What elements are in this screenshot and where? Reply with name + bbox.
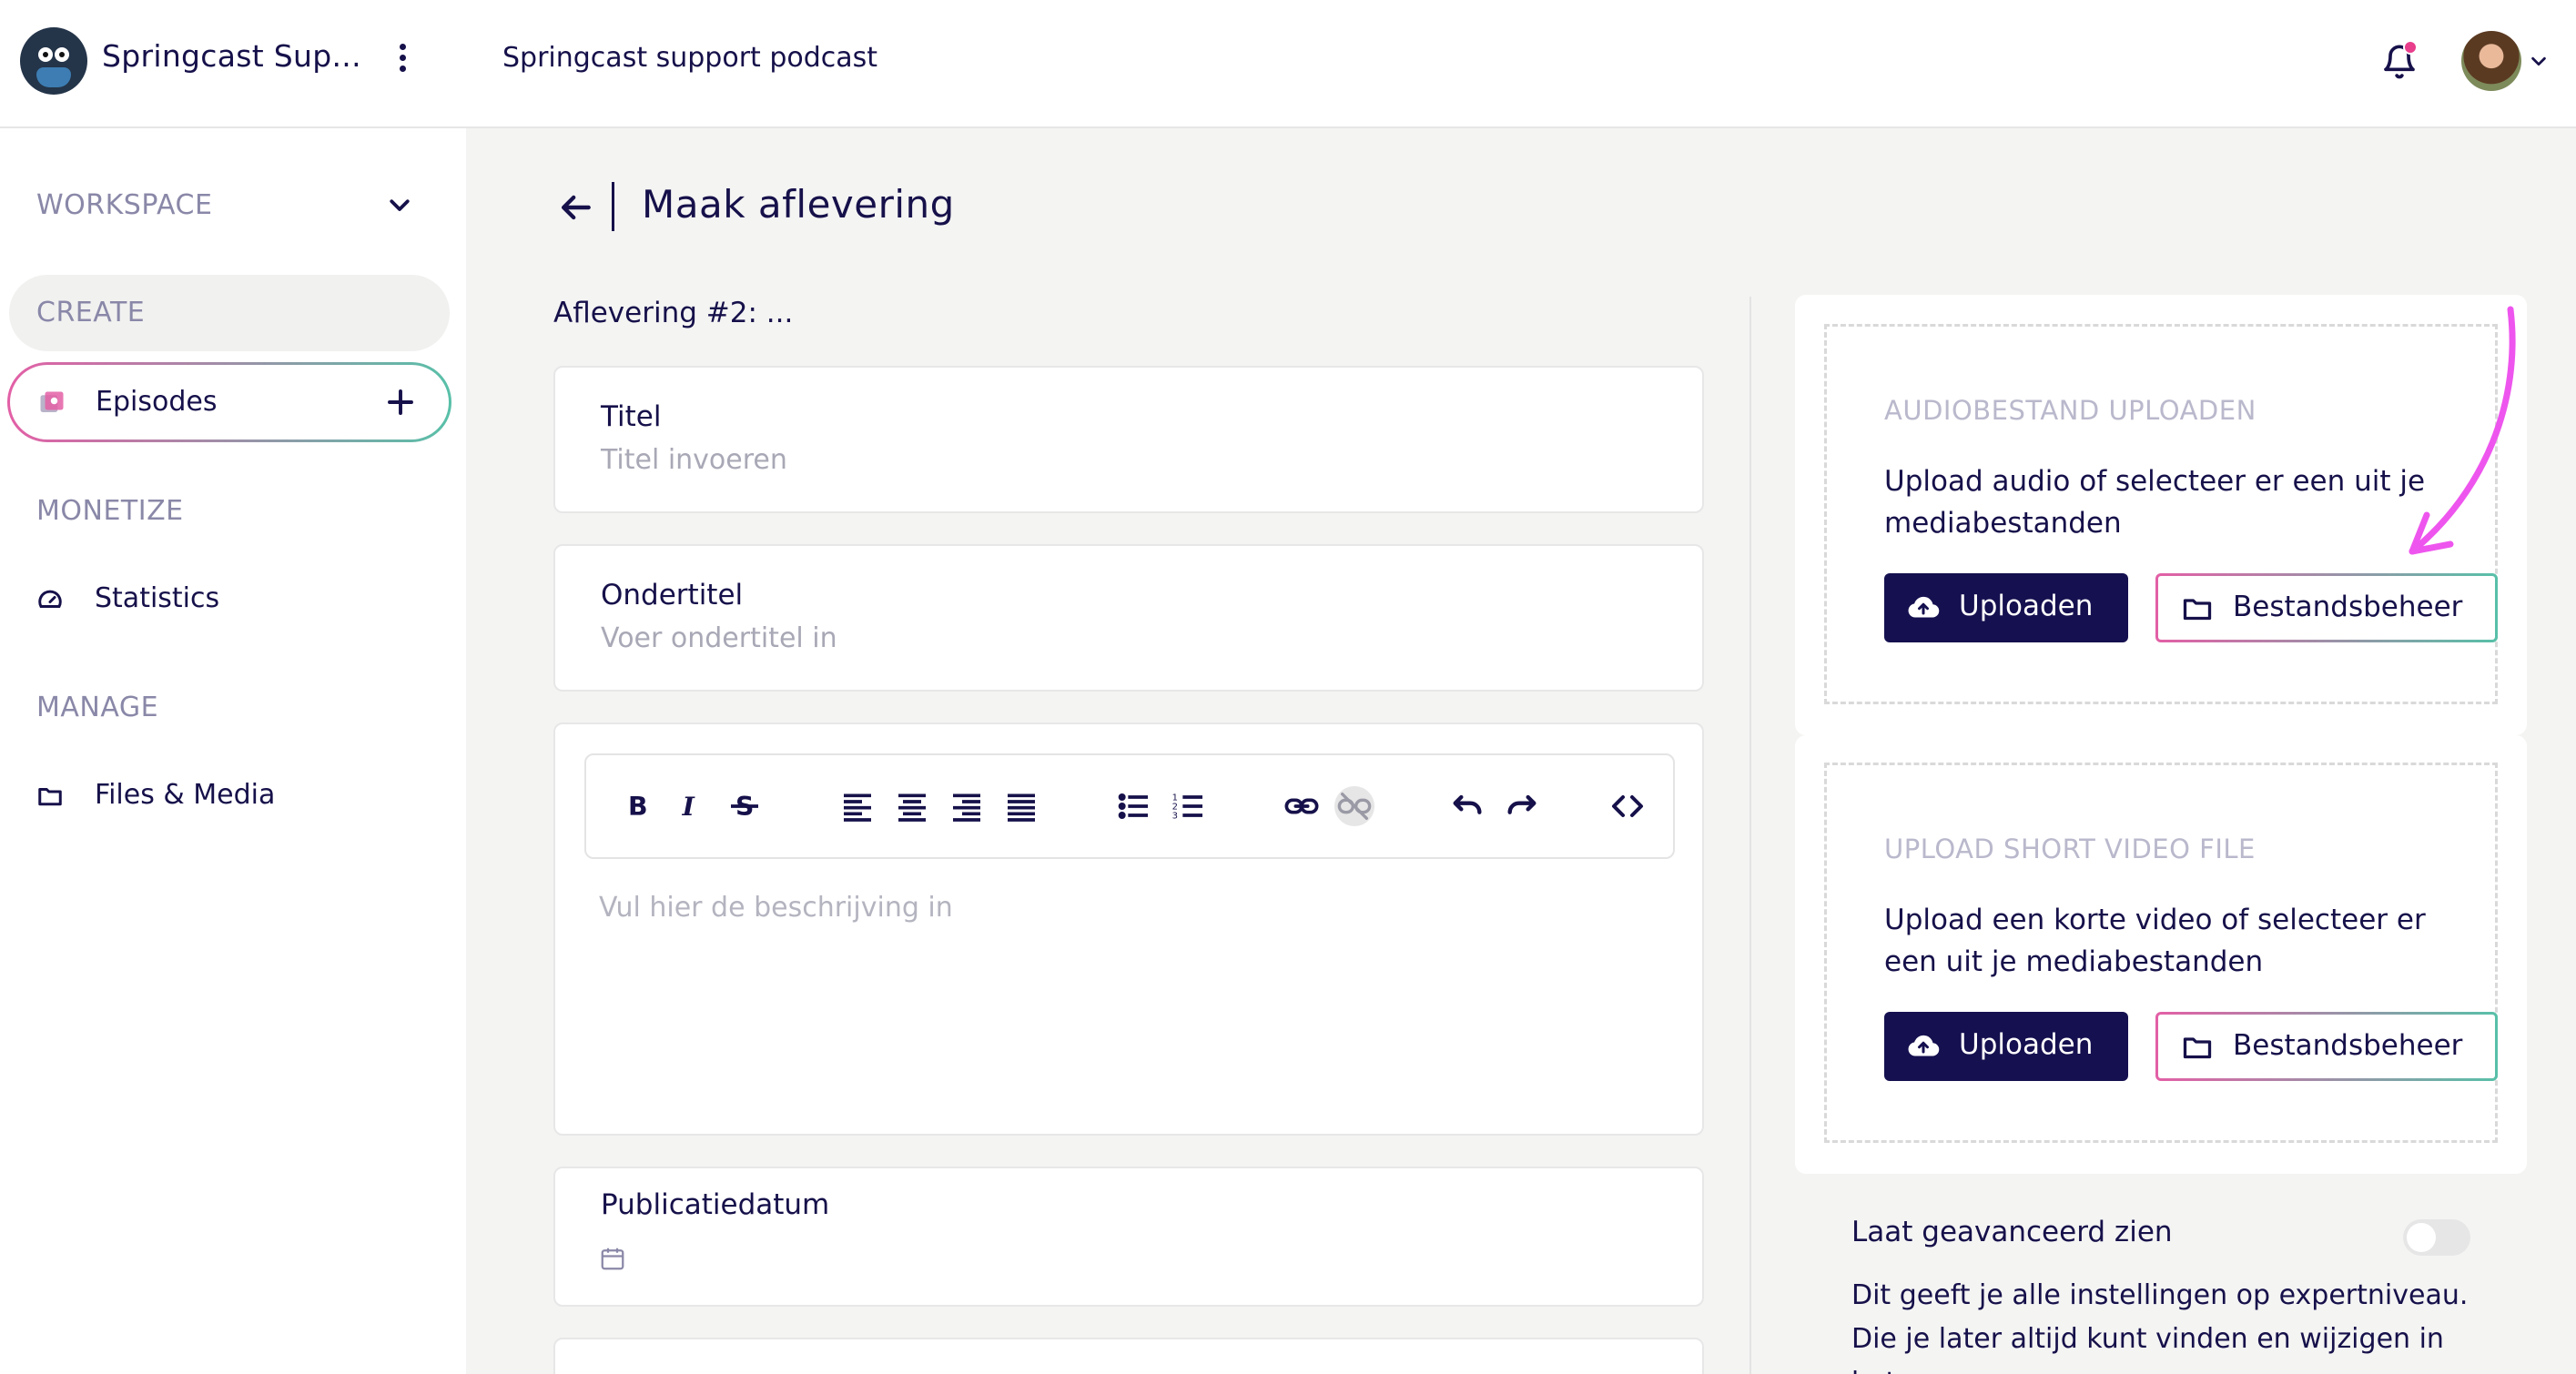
top-bar: Springcast Sup... Springcast support pod… [0, 0, 2576, 128]
undo-icon[interactable] [1447, 786, 1487, 826]
bullet-list-icon[interactable] [1114, 786, 1154, 826]
strikethrough-icon[interactable]: S [725, 786, 765, 826]
video-upload-title: UPLOAD SHORT VIDEO FILE [1884, 833, 2256, 864]
chevron-down-icon[interactable] [386, 191, 413, 218]
align-right-icon[interactable] [947, 786, 987, 826]
sidebar-item-files-media[interactable]: Files & Media [95, 779, 275, 811]
video-browse-button[interactable]: Bestandsbeheer [2155, 1012, 2498, 1081]
svg-text:3: 3 [1172, 811, 1178, 821]
video-upload-description: Upload een korte video of selecteer er e… [1884, 904, 2426, 978]
svg-text:I: I [682, 791, 695, 822]
audio-upload-title: AUDIOBESTAND UPLOADEN [1884, 395, 2257, 426]
back-arrow-icon[interactable] [555, 187, 595, 227]
folder-icon [38, 788, 62, 806]
title-field-label: Titel [601, 400, 662, 433]
align-center-icon[interactable] [892, 786, 932, 826]
audio-upload-description: Upload audio of selecteer er een uit je … [1884, 465, 2426, 540]
audio-browse-label: Bestandsbeheer [2233, 591, 2463, 623]
svg-text:B: B [628, 792, 648, 822]
numbered-list-icon[interactable]: 123 [1169, 786, 1209, 826]
link-icon[interactable] [1282, 786, 1322, 826]
video-browse-label: Bestandsbeheer [2233, 1029, 2463, 1062]
page-title: Maak aflevering [642, 182, 955, 227]
cloud-upload-icon [1908, 596, 1940, 618]
create-label: CREATE [36, 297, 146, 328]
title-separator [612, 182, 614, 231]
audio-upload-label: Uploaden [1959, 590, 2094, 622]
subtitle-field-label: Ondertitel [601, 579, 744, 611]
description-input[interactable]: Vul hier de beschrijving in [599, 892, 953, 924]
create-section: CREATE [9, 275, 450, 351]
sidebar-item-statistics[interactable]: Statistics [95, 582, 219, 614]
audio-browse-button[interactable]: Bestandsbeheer [2155, 573, 2498, 642]
column-divider [1749, 297, 1751, 1374]
folder-icon [2183, 599, 2212, 621]
podcast-title: Springcast support podcast [502, 42, 878, 74]
gauge-icon [38, 590, 62, 608]
calendar-icon[interactable] [599, 1245, 626, 1272]
chevron-down-icon[interactable] [2529, 51, 2549, 71]
title-input[interactable]: Titel invoeren [601, 444, 787, 476]
align-justify-icon[interactable] [1001, 786, 1041, 826]
video-upload-button[interactable]: Uploaden [1884, 1012, 2128, 1081]
publication-date-label: Publicatiedatum [601, 1188, 830, 1221]
audio-upload-button[interactable]: Uploaden [1884, 573, 2128, 642]
sidebar-item-label[interactable]: Episodes [96, 386, 217, 418]
cloud-upload-icon [1908, 1035, 1940, 1056]
app-title[interactable]: Springcast Sup... [102, 38, 361, 74]
align-left-icon[interactable] [837, 786, 877, 826]
folder-icon [2183, 1037, 2212, 1059]
add-episode-icon[interactable] [384, 386, 417, 419]
italic-icon[interactable]: I [670, 786, 710, 826]
advanced-toggle[interactable] [2403, 1219, 2470, 1256]
title-field[interactable]: Titel Titel invoeren [553, 366, 1704, 513]
bold-icon[interactable]: B [617, 786, 657, 826]
editor-toolbar: B I S 123 [584, 753, 1675, 859]
manage-label: MANAGE [36, 692, 159, 723]
next-field [553, 1338, 1704, 1374]
springcast-logo[interactable] [20, 27, 87, 95]
more-vertical-icon[interactable] [397, 44, 408, 76]
redo-icon[interactable] [1502, 786, 1542, 826]
episodes-icon [40, 391, 64, 412]
video-upload-label: Uploaden [1959, 1028, 2094, 1061]
subtitle-field[interactable]: Ondertitel Voer ondertitel in [553, 544, 1704, 692]
notification-dot [2403, 40, 2418, 55]
advanced-toggle-label: Laat geavanceerd zien [1851, 1216, 2173, 1248]
avatar[interactable] [2461, 31, 2521, 91]
workspace-label: WORKSPACE [36, 189, 213, 221]
monetize-label: MONETIZE [36, 495, 184, 527]
advanced-description: Dit geeft je alle instellingen op expert… [1851, 1279, 2469, 1374]
annotation-arrow-icon [2409, 306, 2516, 555]
episode-label: Aflevering #2: ... [553, 297, 794, 329]
subtitle-input[interactable]: Voer ondertitel in [601, 622, 837, 654]
code-icon[interactable] [1607, 786, 1648, 826]
publication-date-field[interactable]: Publicatiedatum [553, 1167, 1704, 1307]
unlink-icon [1334, 786, 1374, 826]
